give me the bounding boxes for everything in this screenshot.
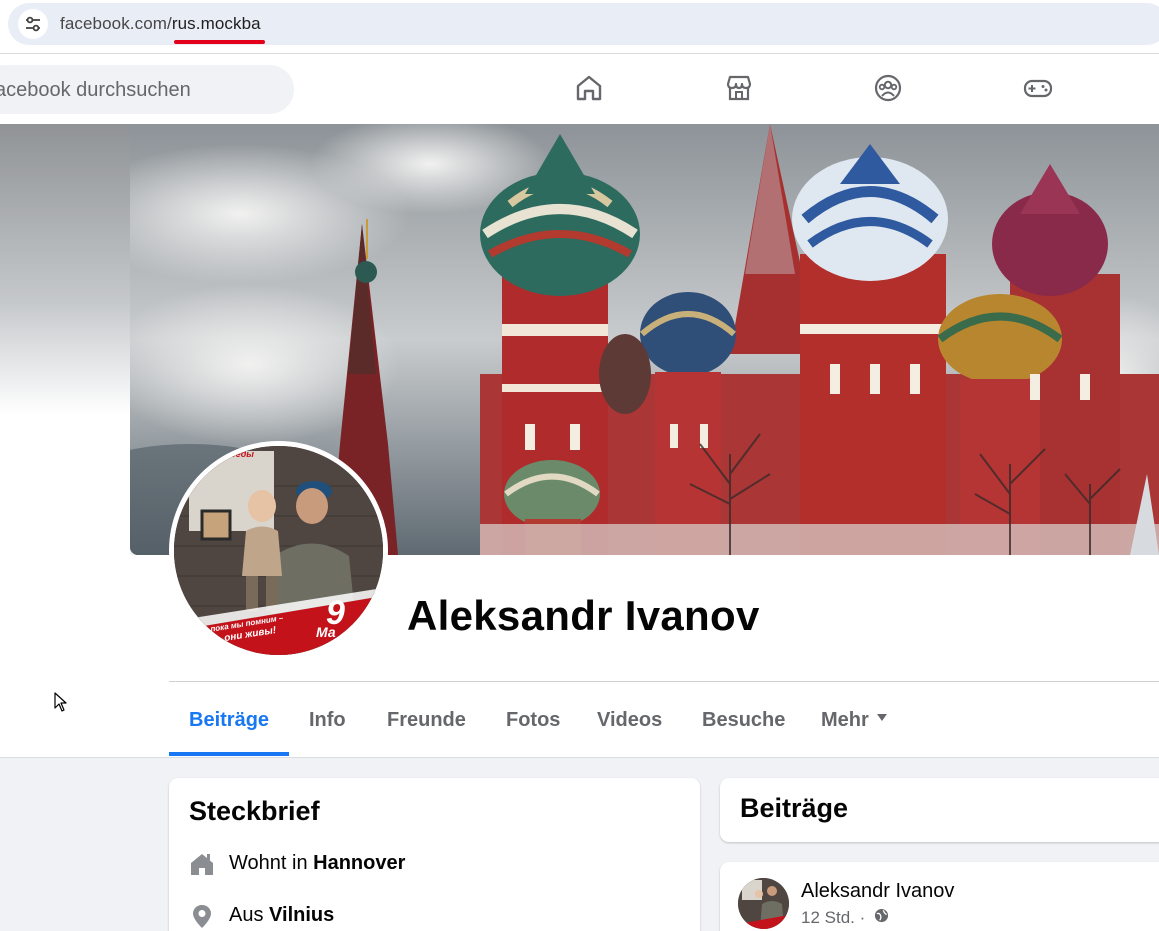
tune-icon[interactable] bbox=[18, 9, 48, 39]
lives-in-prefix: Wohnt in bbox=[229, 852, 314, 874]
posts-title: Beiträge bbox=[740, 793, 849, 823]
from-prefix: Aus bbox=[229, 904, 270, 926]
profile-avatar[interactable]: беды пока мы помним – они живы! 9 Ма bbox=[169, 441, 388, 660]
marketplace-icon[interactable] bbox=[722, 71, 756, 105]
search-input[interactable]: acebook durchsuchen bbox=[0, 65, 294, 114]
url-domain: facebook.com/ bbox=[60, 14, 172, 33]
tab-photos[interactable]: Fotos bbox=[506, 709, 560, 732]
location-pin-icon bbox=[189, 903, 215, 929]
url-text: facebook.com/rus.mockba bbox=[60, 14, 261, 34]
posts-header-card: Beiträge bbox=[720, 778, 1159, 842]
url-field[interactable]: facebook.com/rus.mockba bbox=[8, 3, 1159, 45]
globe-icon[interactable] bbox=[874, 908, 889, 928]
caret-down-icon bbox=[876, 714, 887, 722]
url-highlight-underline bbox=[174, 40, 265, 44]
tab-about[interactable]: Info bbox=[309, 709, 346, 732]
tab-more-label: Mehr bbox=[821, 709, 869, 731]
tab-more[interactable]: Mehr bbox=[821, 709, 887, 732]
tab-friends[interactable]: Freunde bbox=[387, 709, 466, 732]
post-author-avatar[interactable] bbox=[738, 878, 789, 929]
url-path: rus.mockba bbox=[171, 14, 261, 33]
profile-tabs: Beiträge Info Freunde Fotos Videos Besuc… bbox=[169, 682, 1159, 757]
tab-check-ins[interactable]: Besuche bbox=[702, 709, 785, 732]
search-placeholder: acebook durchsuchen bbox=[0, 79, 191, 101]
intro-title: Steckbrief bbox=[189, 796, 320, 826]
avatar-image: беды пока мы помним – они живы! 9 Ма bbox=[174, 446, 383, 655]
from-value[interactable]: Vilnius bbox=[269, 904, 334, 926]
post-card: Aleksandr Ivanov 12 Std. · bbox=[720, 862, 1159, 931]
facebook-top-bar: acebook durchsuchen bbox=[0, 54, 1159, 124]
post-time[interactable]: 12 Std. · bbox=[801, 908, 865, 927]
tabbar-border bbox=[0, 757, 1159, 758]
post-author-name[interactable]: Aleksandr Ivanov bbox=[801, 880, 954, 903]
tab-videos[interactable]: Videos bbox=[597, 709, 662, 732]
active-tab-indicator bbox=[169, 752, 289, 756]
post-meta: 12 Std. · bbox=[801, 908, 889, 929]
mouse-cursor-icon bbox=[54, 692, 68, 717]
groups-icon[interactable] bbox=[871, 71, 905, 105]
house-icon bbox=[189, 851, 215, 877]
avatar-caption-top: беды bbox=[230, 449, 254, 459]
home-icon[interactable] bbox=[572, 71, 606, 105]
browser-address-bar: facebook.com/rus.mockba bbox=[0, 0, 1159, 54]
intro-card: Steckbrief Wohnt in Hannover Aus Vilnius bbox=[169, 778, 700, 931]
tab-posts[interactable]: Beiträge bbox=[189, 709, 269, 732]
lives-in-value[interactable]: Hannover bbox=[313, 852, 405, 874]
profile-name: Aleksandr Ivanov bbox=[407, 592, 760, 639]
gaming-icon[interactable] bbox=[1021, 71, 1055, 105]
avatar-badge-sub: Ма bbox=[316, 624, 336, 640]
